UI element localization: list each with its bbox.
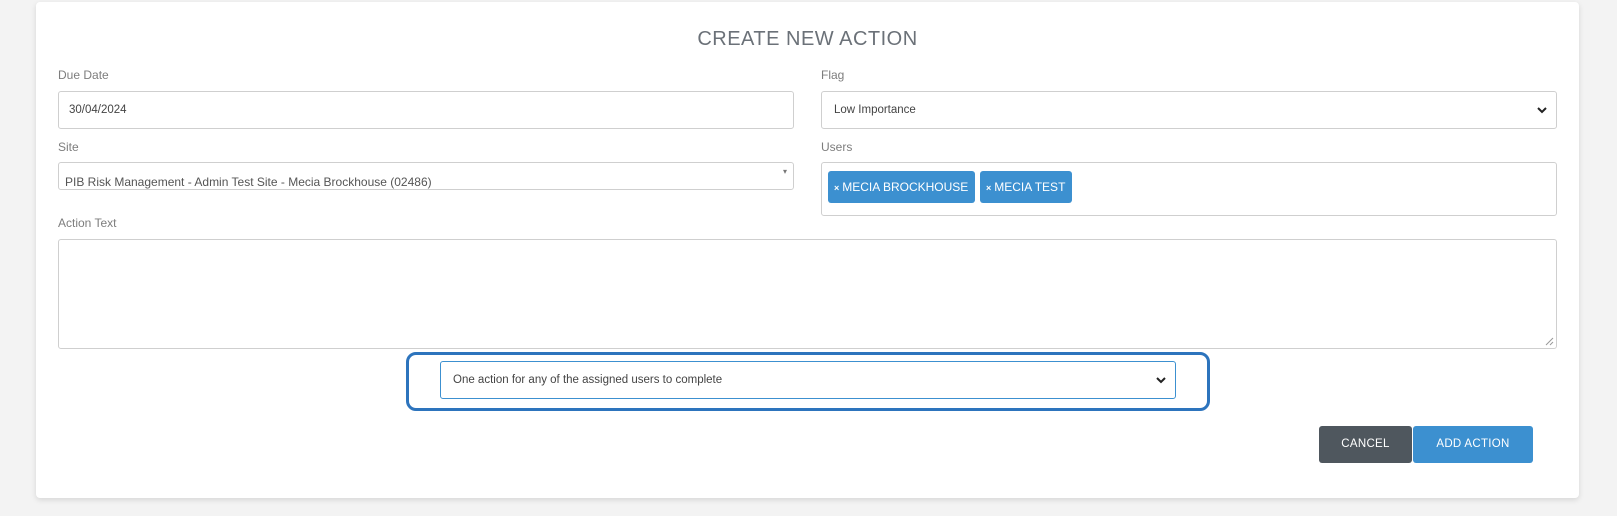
action-text-label: Action Text — [58, 216, 117, 230]
site-select[interactable]: PIB Risk Management - Admin Test Site - … — [58, 162, 794, 190]
cancel-button[interactable]: CANCEL — [1319, 426, 1412, 463]
dialog-title: CREATE NEW ACTION — [697, 28, 918, 50]
site-selected-value: PIB Risk Management - Admin Test Site - … — [65, 175, 432, 189]
caret-down-icon: ▾ — [782, 167, 787, 176]
user-tag: × MECIA TEST — [980, 171, 1073, 203]
user-tag-label: MECIA BROCKHOUSE — [842, 180, 969, 194]
flag-label: Flag — [821, 68, 845, 82]
assignment-mode-value: One action for any of the assigned users… — [453, 374, 723, 386]
resize-handle-icon[interactable] — [1544, 336, 1554, 346]
users-multiselect[interactable]: × MECIA BROCKHOUSE × MECIA TEST — [821, 162, 1557, 216]
users-label: Users — [821, 140, 853, 154]
action-text-textarea[interactable] — [58, 239, 1557, 349]
remove-tag-icon[interactable]: × — [834, 183, 839, 193]
assignment-mode-select[interactable]: One action for any of the assigned users… — [440, 361, 1176, 399]
remove-tag-icon[interactable]: × — [986, 183, 991, 193]
flag-select[interactable]: Low Importance — [821, 91, 1557, 129]
add-action-button[interactable]: ADD ACTION — [1413, 426, 1533, 463]
flag-selected-value: Low Importance — [834, 104, 916, 116]
chevron-down-icon — [1537, 107, 1547, 114]
site-label: Site — [58, 140, 79, 154]
chevron-down-icon — [1156, 377, 1166, 384]
due-date-value: 30/04/2024 — [69, 104, 127, 116]
create-action-dialog: CREATE NEW ACTION Due Date 30/04/2024 Fl… — [36, 2, 1579, 498]
user-tag: × MECIA BROCKHOUSE — [828, 171, 976, 203]
user-tag-label: MECIA TEST — [994, 180, 1066, 194]
due-date-label: Due Date — [58, 68, 109, 82]
due-date-input[interactable]: 30/04/2024 — [58, 91, 794, 129]
